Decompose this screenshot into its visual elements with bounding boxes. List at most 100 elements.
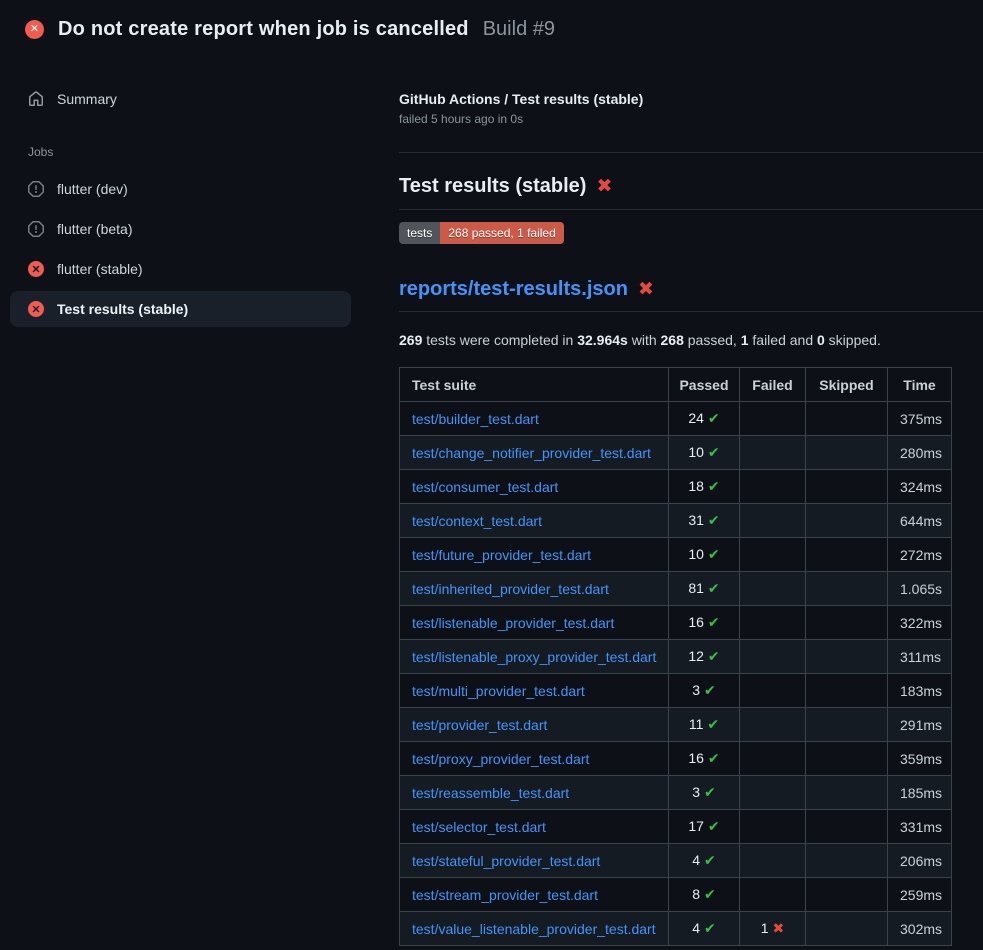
check-icon: ✔ <box>708 750 720 766</box>
summary-segment: failed and <box>749 332 818 348</box>
test-suite-link[interactable]: test/future_provider_test.dart <box>412 547 591 563</box>
test-suite-link[interactable]: test/listenable_proxy_provider_test.dart <box>412 649 656 665</box>
failed-x-icon: ✖ <box>638 280 654 299</box>
summary-line: 269 tests were completed in 32.964s with… <box>399 332 983 348</box>
jobs-section-label: Jobs <box>10 121 399 171</box>
test-suite-link[interactable]: test/multi_provider_test.dart <box>412 683 585 699</box>
sidebar-item-label: flutter (dev) <box>57 181 128 197</box>
table-row: test/change_notifier_provider_test.dart 1… <box>400 436 952 470</box>
test-suite-link[interactable]: test/stateful_provider_test.dart <box>412 853 600 869</box>
check-icon: ✔ <box>708 546 720 562</box>
test-suite-link[interactable]: test/consumer_test.dart <box>412 479 558 495</box>
test-suite-link[interactable]: test/builder_test.dart <box>412 411 539 427</box>
test-suite-link[interactable]: test/change_notifier_provider_test.dart <box>412 445 651 461</box>
cancelled-icon <box>28 181 44 197</box>
time-value: 183ms <box>888 674 952 708</box>
column-header: Test suite <box>400 368 669 402</box>
failed-x-icon: ✖ <box>596 177 612 196</box>
tests-badge: tests 268 passed, 1 failed <box>399 222 564 244</box>
passed-count: 3 <box>692 682 700 698</box>
table-row: test/listenable_proxy_provider_test.dart… <box>400 640 952 674</box>
table-row: test/proxy_provider_test.dart 16✔ 359ms <box>400 742 952 776</box>
time-value: 272ms <box>888 538 952 572</box>
table-row: test/multi_provider_test.dart3✔183ms <box>400 674 952 708</box>
summary-segment: with <box>628 332 661 348</box>
test-suite-link[interactable]: test/provider_test.dart <box>412 717 547 733</box>
sidebar-item-test-results-stable[interactable]: Test results (stable) <box>10 291 351 327</box>
passed-count: 31 <box>688 512 704 528</box>
table-row: test/inherited_provider_test.dart81✔1.06… <box>400 572 952 606</box>
check-icon: ✔ <box>704 852 716 868</box>
table-header-row: Test suitePassedFailedSkippedTime <box>400 368 952 402</box>
time-value: 311ms <box>888 640 952 674</box>
passed-count: 16 <box>688 750 704 766</box>
table-row: test/builder_test.dart24✔375ms <box>400 402 952 436</box>
time-value: 644ms <box>888 504 952 538</box>
check-icon: ✔ <box>704 920 716 936</box>
failed-count: 1 <box>761 920 769 936</box>
badge-label: tests <box>399 222 440 244</box>
report-heading: reports/test-results.json ✖ <box>399 278 983 312</box>
test-suite-link[interactable]: test/context_test.dart <box>412 513 542 529</box>
test-suite-link[interactable]: test/selector_test.dart <box>412 819 546 835</box>
summary-segment: 269 <box>399 332 422 348</box>
run-meta: failed 5 hours ago in 0s <box>399 112 983 126</box>
check-icon: ✔ <box>708 410 720 426</box>
table-row: test/stateful_provider_test.dart 4✔ 206ms <box>400 844 952 878</box>
home-icon <box>28 91 44 107</box>
table-body: test/builder_test.dart24✔375mstest/chang… <box>400 402 952 946</box>
test-suite-link[interactable]: test/listenable_provider_test.dart <box>412 615 614 631</box>
column-header: Failed <box>740 368 806 402</box>
summary-segment: skipped. <box>825 332 881 348</box>
passed-count: 4 <box>692 852 700 868</box>
sidebar-item-flutter-stable[interactable]: flutter (stable) <box>10 251 351 287</box>
cancelled-icon <box>28 221 44 237</box>
report-file-link[interactable]: reports/test-results.json <box>399 278 628 301</box>
test-results-table: Test suitePassedFailedSkippedTime test/b… <box>399 367 952 946</box>
summary-segment: 0 <box>817 332 825 348</box>
summary-segment: tests were completed in <box>422 332 577 348</box>
column-header: Time <box>888 368 952 402</box>
build-number: Build #9 <box>483 18 555 41</box>
check-icon: ✔ <box>708 580 720 596</box>
table-row: test/future_provider_test.dart10✔272ms <box>400 538 952 572</box>
x-circle-icon: ✕ <box>25 20 44 39</box>
divider <box>399 152 983 153</box>
passed-count: 8 <box>692 886 700 902</box>
jobs-list: flutter (dev) flutter (beta) flutter (stab… <box>10 171 399 327</box>
section-title: Test results (stable) <box>399 175 586 198</box>
build-header: ✕ Do not create report when job is cance… <box>0 0 983 55</box>
test-suite-link[interactable]: test/proxy_provider_test.dart <box>412 751 589 767</box>
sidebar-item-summary[interactable]: Summary <box>10 81 351 117</box>
passed-count: 16 <box>688 614 704 630</box>
table-row: test/provider_test.dart11✔291ms <box>400 708 952 742</box>
breadcrumb: GitHub Actions / Test results (stable) <box>399 91 983 107</box>
test-suite-link[interactable]: test/reassemble_test.dart <box>412 785 569 801</box>
passed-count: 17 <box>688 818 704 834</box>
check-icon: ✔ <box>704 784 716 800</box>
time-value: 206ms <box>888 844 952 878</box>
test-suite-link[interactable]: test/inherited_provider_test.dart <box>412 581 609 597</box>
x-circle-icon <box>28 301 44 317</box>
badge-value: 268 passed, 1 failed <box>440 222 563 244</box>
time-value: 324ms <box>888 470 952 504</box>
time-value: 359ms <box>888 742 952 776</box>
passed-count: 10 <box>688 444 704 460</box>
time-value: 322ms <box>888 606 952 640</box>
sidebar-item-flutter-beta[interactable]: flutter (beta) <box>10 211 351 247</box>
sidebar: Summary Jobs flutter (dev) flutter (beta)… <box>0 55 399 331</box>
passed-count: 24 <box>688 410 704 426</box>
check-icon: ✔ <box>708 478 720 494</box>
test-suite-link[interactable]: test/value_listenable_provider_test.dart <box>412 921 656 937</box>
page-title: Do not create report when job is cancell… <box>58 18 469 41</box>
table-row: test/selector_test.dart17✔331ms <box>400 810 952 844</box>
summary-segment: 268 <box>661 332 684 348</box>
check-icon: ✔ <box>707 716 719 732</box>
summary-segment: passed, <box>684 332 741 348</box>
test-suite-link[interactable]: test/stream_provider_test.dart <box>412 887 598 903</box>
cross-icon: ✖ <box>773 920 785 936</box>
x-circle-icon <box>28 261 44 277</box>
table-row: test/listenable_provider_test.dart16✔322… <box>400 606 952 640</box>
sidebar-item-flutter-dev[interactable]: flutter (dev) <box>10 171 351 207</box>
time-value: 280ms <box>888 436 952 470</box>
